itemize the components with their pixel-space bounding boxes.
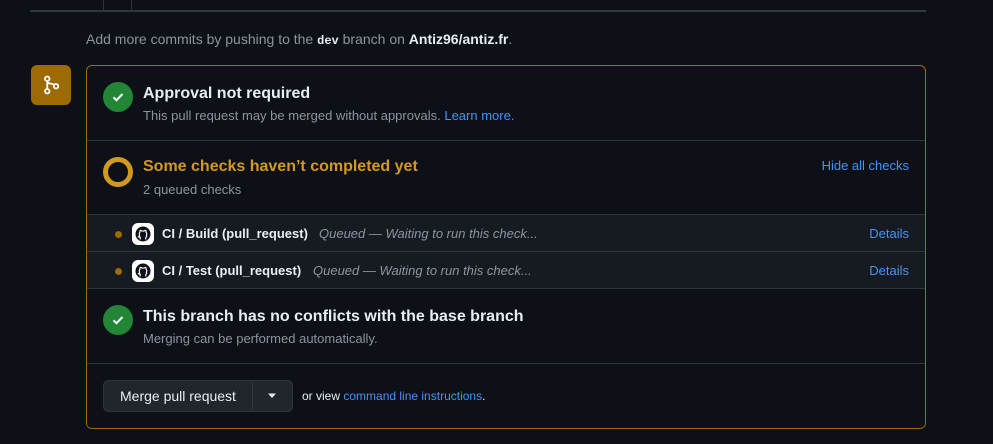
check-row: CI / Test (pull_request) Queued — Waitin… bbox=[87, 252, 925, 289]
git-merge-icon bbox=[31, 65, 71, 105]
check-row: CI / Build (pull_request) Queued — Waiti… bbox=[87, 215, 925, 252]
conflicts-subtitle: Merging can be performed automatically. bbox=[143, 331, 378, 346]
check-details-link[interactable]: Details bbox=[869, 263, 909, 278]
learn-more-link[interactable]: Learn more. bbox=[444, 108, 514, 123]
check-circle-icon bbox=[103, 305, 133, 335]
checks-section: Some checks haven’t completed yet 2 queu… bbox=[87, 141, 925, 215]
approval-title: Approval not required bbox=[143, 85, 311, 102]
repo-name: Antiz96/antiz.fr bbox=[408, 31, 509, 47]
merge-box: Approval not required This pull request … bbox=[86, 65, 926, 429]
checks-title: Some checks haven’t completed yet bbox=[143, 158, 418, 175]
github-icon bbox=[132, 223, 154, 245]
github-icon bbox=[132, 260, 154, 282]
push-hint-suffix: . bbox=[508, 31, 513, 47]
merge-section: Merge pull request or view command line … bbox=[87, 364, 925, 428]
push-hint-prefix: Add more commits by pushing to the bbox=[86, 31, 314, 47]
approval-subtitle: This pull request may be merged without … bbox=[143, 108, 514, 123]
branch-name: dev bbox=[317, 34, 339, 48]
approval-section: Approval not required This pull request … bbox=[87, 66, 925, 141]
checks-subtitle: 2 queued checks bbox=[143, 182, 242, 197]
check-details-link[interactable]: Details bbox=[869, 226, 909, 241]
conflicts-section: This branch has no conflicts with the ba… bbox=[87, 289, 925, 364]
merge-pull-request-button[interactable]: Merge pull request bbox=[104, 381, 252, 411]
timeline-connector bbox=[131, 0, 132, 10]
hide-all-checks-link[interactable]: Hide all checks bbox=[822, 158, 909, 173]
command-line-instructions-link[interactable]: command line instructions bbox=[343, 389, 482, 403]
queued-dot-icon bbox=[115, 231, 122, 238]
merge-options-dropdown[interactable] bbox=[251, 381, 292, 411]
queued-dot-icon bbox=[115, 268, 122, 275]
merge-button-group: Merge pull request bbox=[103, 380, 293, 412]
check-status: Queued — Waiting to run this check... bbox=[313, 263, 532, 278]
check-circle-icon bbox=[103, 82, 133, 112]
command-line-suffix: . bbox=[482, 389, 486, 403]
timeline-divider bbox=[30, 10, 926, 12]
check-name: CI / Build (pull_request) bbox=[162, 226, 308, 241]
check-status: Queued — Waiting to run this check... bbox=[319, 226, 538, 241]
push-hint: Add more commits by pushing to the dev b… bbox=[86, 30, 512, 50]
approval-subtitle-text: This pull request may be merged without … bbox=[143, 108, 441, 123]
pending-ring-icon bbox=[103, 157, 133, 187]
command-line-prefix: or view bbox=[302, 389, 341, 403]
command-line-hint: or view command line instructions. bbox=[302, 389, 485, 403]
conflicts-title: This branch has no conflicts with the ba… bbox=[143, 308, 524, 325]
check-name: CI / Test (pull_request) bbox=[162, 263, 302, 278]
timeline-connector bbox=[103, 0, 104, 10]
triangle-down-icon bbox=[268, 393, 277, 398]
push-hint-middle: branch on bbox=[342, 31, 405, 47]
